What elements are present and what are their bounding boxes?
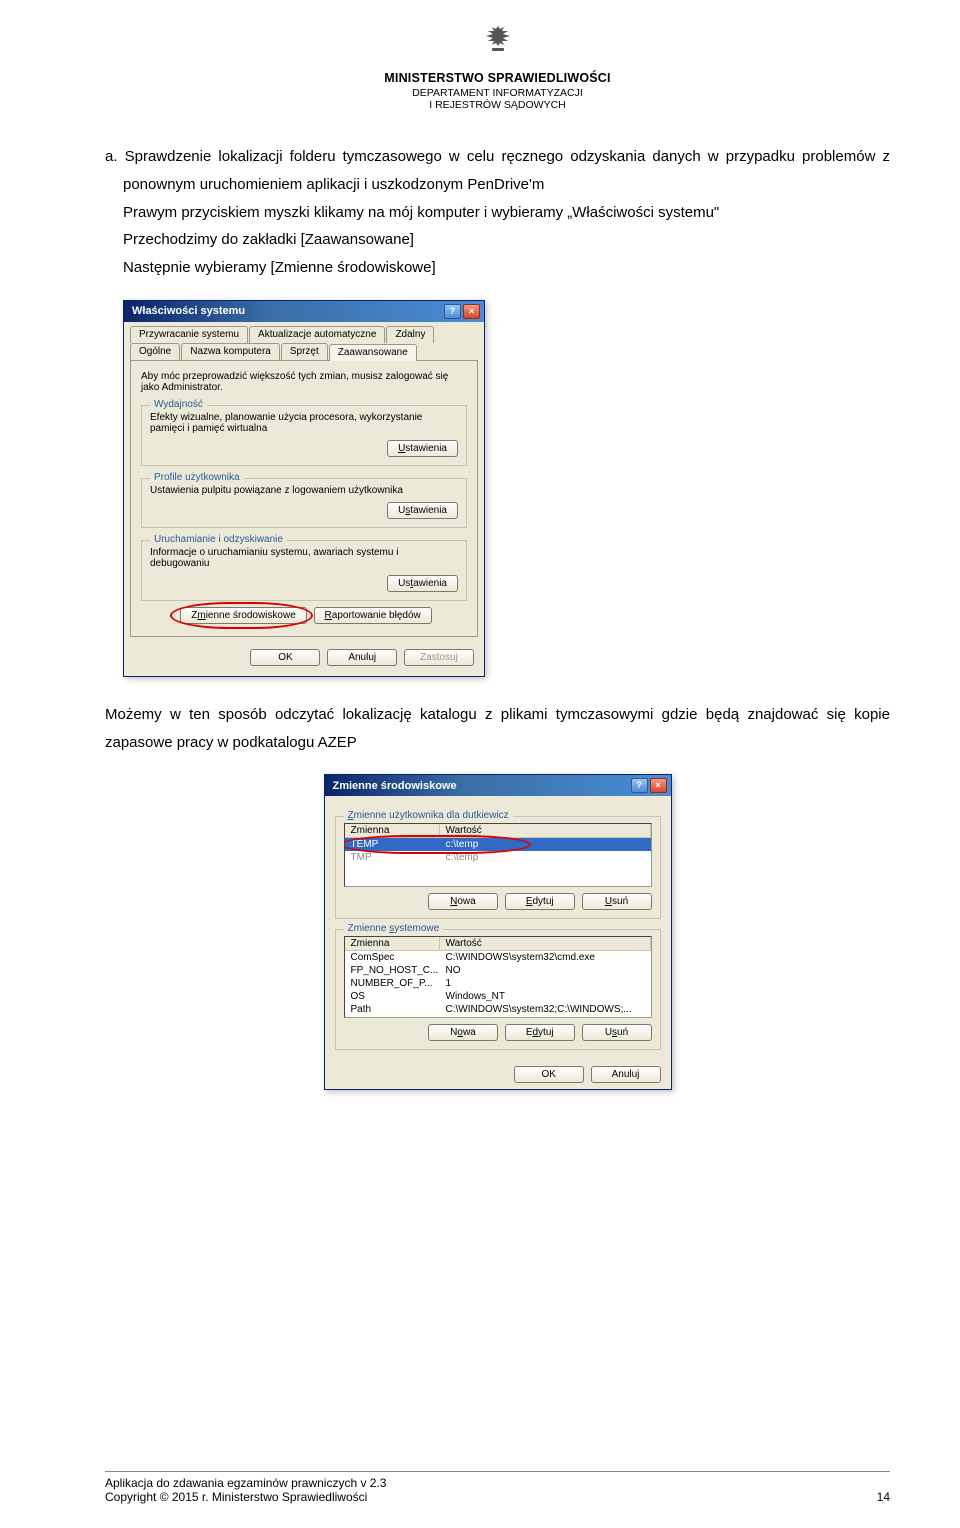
profiles-settings-button[interactable]: Ustawienia [387,502,458,519]
tab-restore[interactable]: Przywracanie systemu [130,326,248,343]
dept-line1: DEPARTAMENT INFORMATYZACJI [105,87,890,99]
footer-line2: Copyright © 2015 r. Ministerstwo Sprawie… [105,1490,386,1504]
after-screenshot-text: Możemy w ten sposób odczytać lokalizację… [105,701,890,757]
footer-line1: Aplikacja do zdawania egzaminów prawnicz… [105,1476,386,1490]
col-value: Wartość [440,937,651,950]
dialog-body: Zmienne użytkownika dla dutkiewicz Zmien… [325,796,671,1089]
group-legend: Zmienne użytkownika dla dutkiewicz [344,810,513,821]
group-profiles: Profile użytkownika Ustawienia pulpitu p… [141,478,467,528]
tabs-row-2: Ogólne Nazwa komputera Sprzęt Zaawansowa… [124,343,484,360]
env-vars-button[interactable]: Zmienne środowiskowe [180,607,307,624]
content-block2: Możemy w ten sposób odczytać lokalizację… [105,701,890,757]
dialog-titlebar: Właściwości systemu ? × [124,301,484,322]
var-row[interactable]: ComSpecC:\WINDOWS\system32\cmd.exe [345,951,651,964]
dialog-title: Właściwości systemu [132,305,245,317]
sys-vars-group: Zmienne systemowe Zmienna Wartość ComSpe… [335,929,661,1050]
group-legend: Zmienne systemowe [344,923,444,934]
bottom-button-row: Zmienne środowiskowe Raportowanie błędów [141,607,467,624]
var-row[interactable]: NUMBER_OF_P...1 [345,977,651,990]
tab-hardware[interactable]: Sprzęt [281,343,328,360]
dialog-footer: OK Anuluj Zastosuj [124,643,484,676]
tab-panel-advanced: Aby móc przeprowadzić większość tych zmi… [130,360,478,637]
group-boot: Uruchamianie i odzyskiwanie Informacje o… [141,540,467,601]
env-vars-dialog: Zmienne środowiskowe ? × Zmienne użytkow… [324,774,672,1090]
ministry-title: MINISTERSTWO SPRAWIEDLIWOŚCI [105,71,890,85]
group-desc: Efekty wizualne, planowanie użycia proce… [150,412,458,434]
cancel-button[interactable]: Anuluj [591,1066,661,1083]
boot-settings-button[interactable]: Ustawienia [387,575,458,592]
help-button[interactable]: ? [631,778,648,793]
page-header: MINISTERSTWO SPRAWIEDLIWOŚCI DEPARTAMENT… [105,20,890,111]
sys-new-button[interactable]: Nowa [428,1024,498,1041]
line3: Następnie wybieramy [Zmienne środowiskow… [105,254,890,282]
system-properties-screenshot: Właściwości systemu ? × Przywracanie sys… [105,300,890,677]
user-vars-list[interactable]: Zmienna Wartość TEMP c:\temp TMP c:\temp [344,823,652,887]
tab-general[interactable]: Ogólne [130,343,180,360]
var-row[interactable]: FP_NO_HOST_C...NO [345,964,651,977]
tab-autoupdate[interactable]: Aktualizacje automatyczne [249,326,385,343]
env-vars-screenshot: Zmienne środowiskowe ? × Zmienne użytkow… [105,774,890,1090]
eagle-emblem-icon [105,20,890,65]
page-number: 14 [877,1490,890,1504]
tab-remote[interactable]: Zdalny [386,326,434,343]
group-performance: Wydajność Efekty wizualne, planowanie uż… [141,405,467,466]
var-row[interactable]: PathC:\WINDOWS\system32;C:\WINDOWS;... [345,1003,651,1016]
user-new-button[interactable]: Nowa [428,893,498,910]
group-legend: Uruchamianie i odzyskiwanie [150,534,287,545]
sys-delete-button[interactable]: Usuń [582,1024,652,1041]
line1: Prawym przyciskiem myszki klikamy na mój… [105,199,890,227]
page-footer: Aplikacja do zdawania egzaminów prawnicz… [105,1471,890,1504]
error-report-button[interactable]: Raportowanie błędów [314,607,432,624]
perf-settings-button[interactable]: Ustawienia [387,440,458,457]
tabs-row-1: Przywracanie systemu Aktualizacje automa… [124,322,484,343]
ok-button[interactable]: OK [514,1066,584,1083]
close-button[interactable]: × [650,778,667,793]
cancel-button[interactable]: Anuluj [327,649,397,666]
group-desc: Ustawienia pulpitu powiązane z logowanie… [150,485,458,496]
system-properties-dialog: Właściwości systemu ? × Przywracanie sys… [123,300,485,677]
item-a: a. Sprawdzenie lokalizacji folderu tymcz… [105,143,890,199]
apply-button[interactable]: Zastosuj [404,649,474,666]
ok-button[interactable]: OK [250,649,320,666]
tab-computername[interactable]: Nazwa komputera [181,343,280,360]
user-vars-group: Zmienne użytkownika dla dutkiewicz Zmien… [335,816,661,919]
line2: Przechodzimy do zakładki [Zaawansowane] [105,226,890,254]
sys-edit-button[interactable]: Edytuj [505,1024,575,1041]
user-delete-button[interactable]: Usuń [582,893,652,910]
dialog-title: Zmienne środowiskowe [333,780,457,792]
content-block: a. Sprawdzenie lokalizacji folderu tymcz… [105,143,890,282]
group-desc: Informacje o uruchamianiu systemu, awari… [150,547,458,569]
user-edit-button[interactable]: Edytuj [505,893,575,910]
admin-note: Aby móc przeprowadzić większość tych zmi… [141,371,467,393]
group-legend: Wydajność [150,399,207,410]
help-button[interactable]: ? [444,304,461,319]
col-variable: Zmienna [345,937,440,950]
sys-vars-list[interactable]: Zmienna Wartość ComSpecC:\WINDOWS\system… [344,936,652,1018]
tab-advanced[interactable]: Zaawansowane [329,344,417,361]
dialog-titlebar: Zmienne środowiskowe ? × [325,775,671,796]
group-legend: Profile użytkownika [150,472,244,483]
close-button[interactable]: × [463,304,480,319]
var-row[interactable]: OSWindows_NT [345,990,651,1003]
var-row-temp[interactable]: TEMP c:\temp [345,838,651,851]
dept-line2: I REJESTRÓW SĄDOWYCH [105,99,890,111]
